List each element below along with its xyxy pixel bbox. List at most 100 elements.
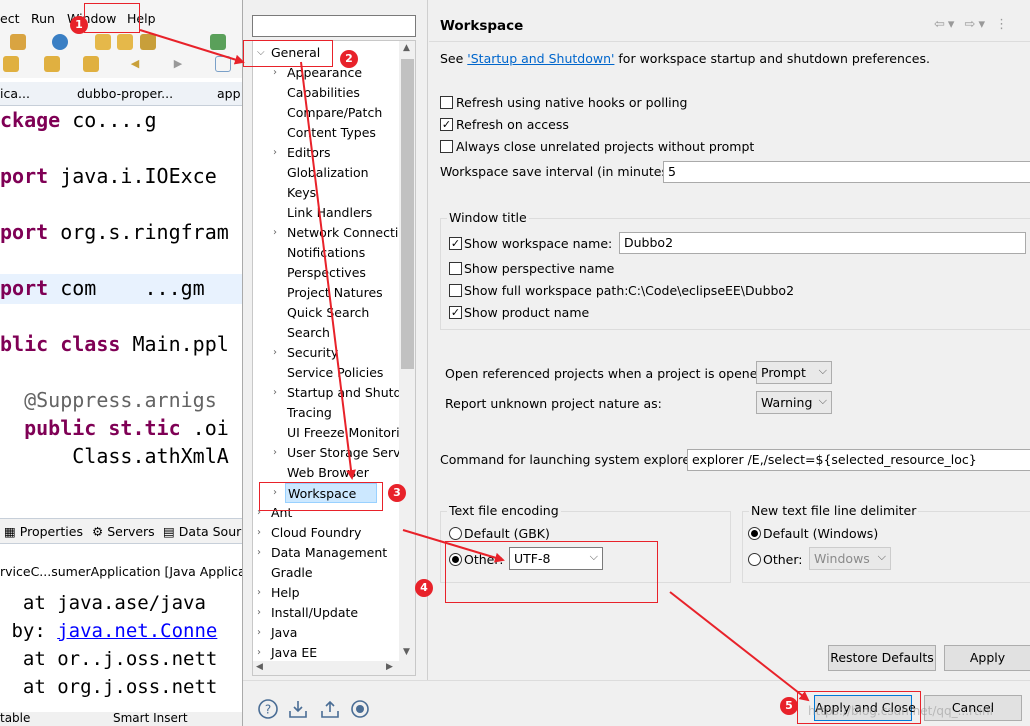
- tree-item[interactable]: Editors: [287, 143, 331, 163]
- delimiter-default-radio[interactable]: [748, 527, 761, 540]
- chevron-right-icon[interactable]: ›: [273, 223, 283, 243]
- chevron-right-icon[interactable]: ›: [257, 643, 267, 663]
- tree-item[interactable]: Notifications: [287, 243, 365, 263]
- maximize-icon[interactable]: [215, 56, 231, 72]
- tab-servers[interactable]: ⚙ Servers: [92, 524, 155, 539]
- tree-item[interactable]: Service Policies: [287, 363, 383, 383]
- folder-icon[interactable]: [117, 34, 133, 50]
- preferences-tree[interactable]: ⌵ General › Appearance Capabilities Compare/P…: [252, 40, 416, 676]
- tree-item[interactable]: Startup and Shutdo: [287, 383, 409, 403]
- tree-item[interactable]: Compare/Patch: [287, 103, 382, 123]
- editor-tab[interactable]: dubbo-proper...: [77, 86, 173, 101]
- tree-item[interactable]: Capabilities: [287, 83, 360, 103]
- chevron-right-icon[interactable]: ›: [257, 623, 267, 643]
- filter-input[interactable]: [252, 15, 416, 37]
- chevron-right-icon[interactable]: ›: [273, 443, 283, 463]
- tab-data-source[interactable]: ▤ Data Sour: [163, 524, 241, 539]
- tree-item[interactable]: Network Connectio: [287, 223, 406, 243]
- chevron-right-icon[interactable]: ›: [257, 603, 267, 623]
- system-explorer-input[interactable]: explorer /E,/select=${selected_resource_…: [687, 449, 1030, 471]
- arrow-right-icon[interactable]: ▶: [170, 56, 186, 72]
- always-close-checkbox[interactable]: [440, 140, 453, 153]
- editor-tab[interactable]: ica...: [0, 86, 30, 101]
- export-icon[interactable]: [319, 698, 341, 720]
- history-nav[interactable]: ⇦▾ ⇨▾ ⋮: [934, 17, 1011, 32]
- console-view[interactable]: rviceC...sumerApplication [Java Applicat…: [0, 544, 242, 712]
- encoding-default-radio[interactable]: [449, 527, 462, 540]
- chevron-right-icon[interactable]: ›: [257, 583, 267, 603]
- tree-item[interactable]: Project Natures: [287, 283, 383, 303]
- code-line: @Suppress.arnigs: [24, 388, 217, 412]
- delimiter-other-radio[interactable]: [748, 553, 761, 566]
- chevron-right-icon[interactable]: ›: [273, 343, 283, 363]
- next-annotation-icon[interactable]: [44, 56, 60, 72]
- menu-project[interactable]: ect: [0, 11, 19, 26]
- tree-item[interactable]: Globalization: [287, 163, 369, 183]
- help-icon[interactable]: ?: [257, 698, 279, 720]
- tab-properties[interactable]: ▦ Properties: [4, 524, 83, 539]
- search-icon[interactable]: [210, 34, 226, 50]
- tree-item[interactable]: UI Freeze Monitorin: [287, 423, 407, 443]
- tree-item[interactable]: Gradle: [271, 563, 313, 583]
- show-full-path-checkbox[interactable]: [449, 284, 462, 297]
- arrow-left-icon[interactable]: ◀: [127, 56, 143, 72]
- apply-button[interactable]: Apply: [944, 645, 1030, 671]
- tree-item[interactable]: Java: [271, 623, 297, 643]
- back-icon[interactable]: [83, 56, 99, 72]
- import-icon[interactable]: [287, 698, 309, 720]
- tree-vertical-scrollbar[interactable]: ▲ ▼: [399, 41, 415, 661]
- tree-item[interactable]: Security: [287, 343, 338, 363]
- show-perspective-checkbox[interactable]: [449, 262, 462, 275]
- startup-shutdown-link[interactable]: 'Startup and Shutdown': [467, 51, 614, 66]
- tree-item[interactable]: Help: [271, 583, 300, 603]
- annotation-nav-icon[interactable]: [3, 56, 19, 72]
- save-interval-input[interactable]: 5: [663, 161, 1030, 183]
- tree-item[interactable]: Data Management: [271, 543, 387, 563]
- tree-item[interactable]: Tracing: [287, 403, 332, 423]
- workspace-name-input[interactable]: Dubbo2: [619, 232, 1026, 254]
- scroll-right-icon[interactable]: ▶: [386, 662, 393, 672]
- tree-horizontal-scrollbar[interactable]: ◀ ▶: [253, 661, 415, 675]
- group-title: New text file line delimiter: [749, 503, 919, 518]
- tool-icon[interactable]: [140, 34, 156, 50]
- code-line: ckage co....g: [0, 108, 157, 132]
- chevron-right-icon[interactable]: ›: [257, 523, 267, 543]
- scrollbar-thumb[interactable]: [401, 59, 414, 369]
- scroll-down-icon[interactable]: ▼: [403, 647, 410, 657]
- tree-item[interactable]: Install/Update: [271, 603, 358, 623]
- debug-icon[interactable]: [52, 34, 68, 50]
- tree-item[interactable]: Web Browser: [287, 463, 369, 483]
- open-referenced-dropdown[interactable]: Prompt ⌵: [756, 361, 832, 384]
- restore-defaults-button[interactable]: Restore Defaults: [828, 645, 936, 671]
- tree-item[interactable]: Content Types: [287, 123, 376, 143]
- tree-item[interactable]: Search: [287, 323, 330, 343]
- tree-item[interactable]: Quick Search: [287, 303, 369, 323]
- delimiter-combo[interactable]: Windows ⌵: [809, 547, 891, 570]
- editor-tab[interactable]: app: [217, 86, 241, 101]
- settings-icon[interactable]: [10, 34, 26, 50]
- show-product-checkbox[interactable]: ✓: [449, 306, 462, 319]
- chevron-right-icon[interactable]: ›: [273, 383, 283, 403]
- eclipse-ide-background: ect Run Window Help ◀ ▶ ica... dubbo-pro…: [0, 0, 242, 726]
- scroll-left-icon[interactable]: ◀: [256, 662, 263, 672]
- chevron-right-icon[interactable]: ›: [257, 543, 267, 563]
- tree-item[interactable]: Link Handlers: [287, 203, 372, 223]
- scroll-up-icon[interactable]: ▲: [403, 43, 410, 53]
- refresh-access-checkbox[interactable]: ✓: [440, 118, 453, 131]
- record-icon[interactable]: [349, 698, 371, 720]
- tree-item[interactable]: User Storage Servic: [287, 443, 411, 463]
- sash-divider[interactable]: [427, 0, 428, 680]
- svg-text:?: ?: [265, 703, 271, 717]
- code-editor[interactable]: ckage co....g port java.i.IOExce port or…: [0, 106, 242, 498]
- tree-item[interactable]: Java EE: [271, 643, 317, 663]
- refresh-native-checkbox[interactable]: [440, 96, 453, 109]
- console-link[interactable]: java.net.Conne: [57, 620, 217, 642]
- chevron-right-icon[interactable]: ›: [273, 143, 283, 163]
- report-unknown-dropdown[interactable]: Warning ⌵: [756, 391, 832, 414]
- tree-item[interactable]: Keys: [287, 183, 316, 203]
- tree-item[interactable]: Perspectives: [287, 263, 366, 283]
- menu-run[interactable]: Run: [31, 11, 55, 26]
- open-folder-icon[interactable]: [95, 34, 111, 50]
- tree-item[interactable]: Cloud Foundry: [271, 523, 361, 543]
- show-workspace-name-checkbox[interactable]: ✓: [449, 237, 462, 250]
